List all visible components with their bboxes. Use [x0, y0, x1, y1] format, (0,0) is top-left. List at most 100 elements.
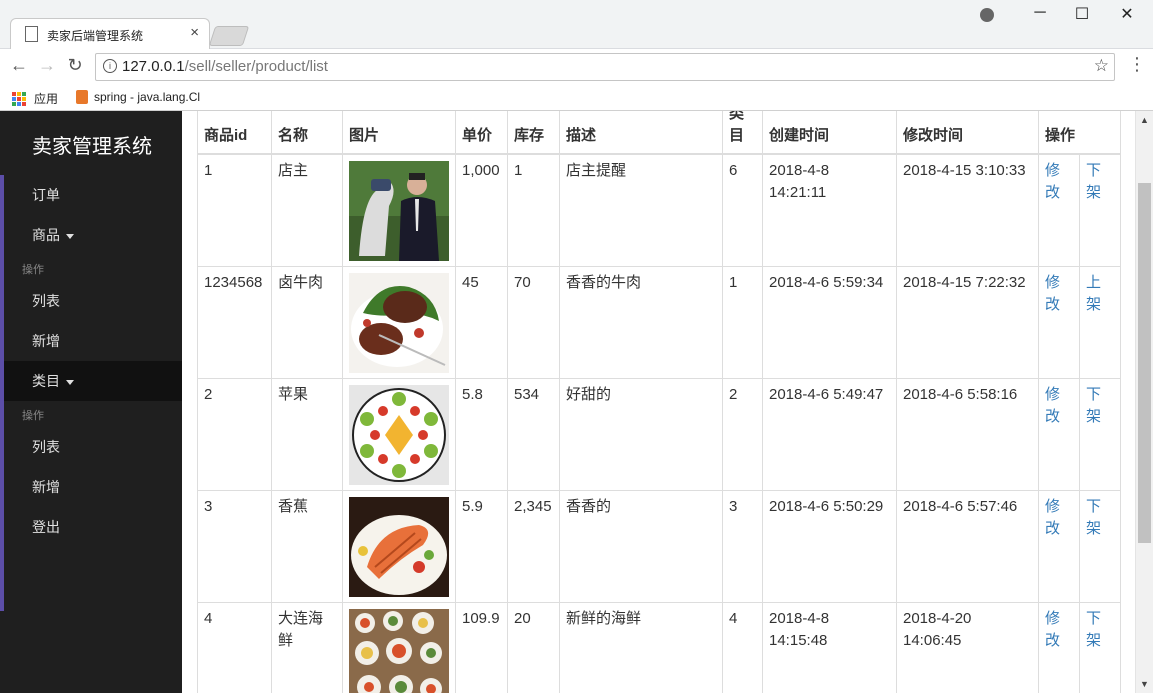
edit-link[interactable]: 修改 [1045, 498, 1060, 537]
toggle-status-link[interactable]: 下架 [1086, 610, 1101, 649]
sidebar-item-product-list[interactable]: 列表 [4, 281, 182, 321]
product-image-salmon-dish [349, 497, 449, 597]
url-text[interactable]: 127.0.0.1/sell/seller/product/list [122, 58, 328, 75]
cell-edit: 修改 [1038, 266, 1080, 379]
sidebar-item-products-label: 商品 [32, 227, 60, 243]
brand-title[interactable]: 卖家管理系统 [32, 130, 152, 159]
cell-id: 2 [197, 378, 272, 491]
cell-image [342, 602, 456, 693]
toggle-status-link[interactable]: 上架 [1086, 274, 1101, 313]
cell-id: 3 [197, 490, 272, 603]
bookmark-spring[interactable]: spring - java.lang.Cl [76, 90, 200, 104]
scroll-up-icon[interactable]: ▲ [1140, 115, 1149, 125]
cell-description: 新鲜的海鲜 [559, 602, 723, 693]
reload-icon[interactable]: ↻ [65, 55, 85, 76]
cell-name: 香蕉 [271, 490, 343, 603]
header-product-id: 商品id [197, 111, 272, 155]
cell-toggle: 下架 [1079, 153, 1121, 267]
sidebar-item-categories-label: 类目 [32, 373, 60, 389]
edit-link[interactable]: 修改 [1045, 610, 1060, 649]
scrollbar-thumb[interactable] [1138, 183, 1151, 543]
info-icon[interactable]: i [103, 59, 117, 73]
scroll-down-icon[interactable]: ▼ [1140, 679, 1149, 689]
cell-category: 6 [722, 153, 763, 267]
cell-stock: 2,345 [507, 490, 560, 603]
page-icon [25, 26, 38, 42]
cell-description: 店主提醒 [559, 153, 723, 267]
java-favicon-icon [76, 90, 88, 104]
product-image-man-with-horse [349, 161, 449, 261]
cell-edit: 修改 [1038, 602, 1080, 693]
browser-tab[interactable]: 卖家后端管理系统 × [10, 18, 210, 49]
apps-grid-icon [12, 91, 26, 106]
sidebar-item-logout[interactable]: 登出 [4, 507, 182, 547]
product-image-fruit-plate [349, 385, 449, 485]
sidebar-item-category-new[interactable]: 新增 [4, 467, 182, 507]
tab-title: 卖家后端管理系统 [47, 29, 144, 43]
header-actions: 操作 [1038, 111, 1121, 155]
cell-name: 苹果 [271, 378, 343, 491]
cell-category: 4 [722, 602, 763, 693]
cell-toggle: 下架 [1079, 602, 1121, 693]
minimize-icon[interactable]: ─ [1025, 4, 1055, 22]
cell-modified: 2018-4-15 3:10:33 [896, 153, 1039, 267]
cell-name: 店主 [271, 153, 343, 267]
cell-name: 大连海鲜 [271, 602, 343, 693]
sidebar-header-categories: 操作 [22, 410, 44, 422]
bookmark-apps[interactable]: 应用 [12, 90, 58, 107]
sidebar-item-categories[interactable]: 类目 [4, 361, 182, 401]
table-row: 2 苹果 5.8 534 好甜的 2 2018-4-6 5:49:47 2018… [197, 378, 1121, 491]
bookmarks-bar: 应用 spring - java.lang.Cl [0, 85, 1153, 111]
forward-icon[interactable]: → [37, 55, 57, 76]
cell-category: 1 [722, 266, 763, 379]
cell-image [342, 153, 456, 267]
product-image-steak-salad [349, 273, 449, 373]
browser-menu-icon[interactable]: ⋮ [1128, 54, 1146, 75]
maximize-icon[interactable]: ☐ [1067, 4, 1097, 24]
header-price: 单价 [455, 111, 508, 155]
cell-price: 109.9 [455, 602, 508, 693]
cell-stock: 20 [507, 602, 560, 693]
cell-toggle: 上架 [1079, 266, 1121, 379]
header-name: 名称 [271, 111, 343, 155]
sidebar-item-products[interactable]: 商品 [4, 215, 182, 255]
toggle-status-link[interactable]: 下架 [1086, 162, 1101, 201]
close-window-icon[interactable]: ✕ [1112, 4, 1142, 24]
cell-toggle: 下架 [1079, 490, 1121, 603]
browser-titlebar: 卖家后端管理系统 × ─ ☐ ✕ [0, 0, 1153, 49]
cell-description: 香香的 [559, 490, 723, 603]
cell-description: 好甜的 [559, 378, 723, 491]
table-row: 1 店主 1,000 1 店主提醒 6 2018-4-8 14:21:11 20… [197, 153, 1121, 267]
header-image: 图片 [342, 111, 456, 155]
bookmark-apps-label: 应用 [34, 92, 59, 106]
header-category: 类目 [722, 111, 763, 155]
back-icon[interactable]: ← [9, 55, 29, 76]
profile-icon[interactable] [980, 8, 994, 22]
cell-id: 4 [197, 602, 272, 693]
cell-category: 2 [722, 378, 763, 491]
toggle-status-link[interactable]: 下架 [1086, 498, 1101, 537]
cell-image [342, 490, 456, 603]
cell-stock: 534 [507, 378, 560, 491]
edit-link[interactable]: 修改 [1045, 274, 1060, 313]
cell-price: 5.9 [455, 490, 508, 603]
cell-modified: 2018-4-6 5:58:16 [896, 378, 1039, 491]
cell-id: 1 [197, 153, 272, 267]
header-created: 创建时间 [762, 111, 897, 155]
edit-link[interactable]: 修改 [1045, 162, 1060, 201]
bookmark-star-icon[interactable]: ☆ [1094, 56, 1109, 76]
caret-down-icon [66, 379, 74, 385]
new-tab-button[interactable] [208, 26, 250, 46]
sidebar-item-category-list[interactable]: 列表 [4, 427, 182, 467]
cell-stock: 70 [507, 266, 560, 379]
cell-created: 2018-4-6 5:50:29 [762, 490, 897, 603]
address-bar[interactable]: i 127.0.0.1/sell/seller/product/list ☆ [95, 53, 1115, 81]
cell-description: 香香的牛肉 [559, 266, 723, 379]
sidebar-item-orders[interactable]: 订单 [4, 175, 182, 215]
sidebar-item-product-new[interactable]: 新增 [4, 321, 182, 361]
cell-category: 3 [722, 490, 763, 603]
tab-close-icon[interactable]: × [190, 24, 199, 41]
edit-link[interactable]: 修改 [1045, 386, 1060, 425]
vertical-scrollbar[interactable]: ▲ ▼ [1135, 111, 1153, 693]
toggle-status-link[interactable]: 下架 [1086, 386, 1101, 425]
